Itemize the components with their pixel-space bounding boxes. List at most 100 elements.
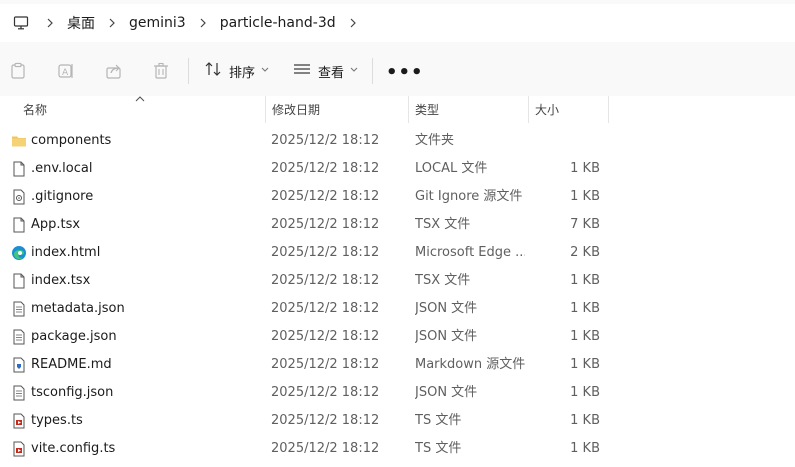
file-size: 1 KB xyxy=(570,301,600,316)
chevron-right-icon[interactable] xyxy=(342,18,364,28)
file-size: 1 KB xyxy=(570,441,600,456)
file-modified-date: 2025/12/2 18:12 xyxy=(271,189,380,204)
file-modified-date: 2025/12/2 18:12 xyxy=(271,441,380,456)
file-name: .env.local xyxy=(31,161,93,176)
file-size: 1 KB xyxy=(570,329,600,344)
file-modified-date: 2025/12/2 18:12 xyxy=(271,413,380,428)
chevron-right-icon[interactable] xyxy=(39,18,61,28)
file-type: TS 文件 xyxy=(415,413,462,428)
file-row[interactable]: vite.config.ts 2025/12/2 18:12 TS 文件 1 KB xyxy=(0,435,795,463)
delete-icon[interactable] xyxy=(151,61,171,81)
breadcrumb-item-gemini3[interactable]: gemini3 xyxy=(123,15,192,31)
breadcrumb-item-desktop[interactable]: 桌面 xyxy=(61,13,101,33)
file-type: JSON 文件 xyxy=(415,301,478,316)
toolbar-divider xyxy=(372,58,373,84)
file-size: 2 KB xyxy=(570,245,600,260)
file-size: 1 KB xyxy=(570,189,600,204)
view-button[interactable]: 查看 xyxy=(293,59,358,83)
media-file-icon xyxy=(11,413,27,429)
column-divider[interactable] xyxy=(608,96,609,123)
column-header-size[interactable]: 大小 xyxy=(529,96,607,123)
file-name: index.tsx xyxy=(31,273,91,288)
text-file-icon xyxy=(11,385,27,401)
sort-ascending-icon xyxy=(135,94,145,105)
folder-icon xyxy=(11,133,27,149)
file-name: .gitignore xyxy=(31,189,94,204)
file-name: vite.config.ts xyxy=(31,441,116,456)
chevron-down-icon xyxy=(350,66,358,76)
file-type: TS 文件 xyxy=(415,441,462,456)
file-name: components xyxy=(31,133,112,148)
sort-icon xyxy=(204,61,222,81)
file-row[interactable]: README.md 2025/12/2 18:12 Markdown 源文件 1 KB xyxy=(0,351,795,379)
text-file-icon xyxy=(11,301,27,317)
file-modified-date: 2025/12/2 18:12 xyxy=(271,245,380,260)
file-modified-date: 2025/12/2 18:12 xyxy=(271,273,380,288)
chevron-right-icon[interactable] xyxy=(192,18,214,28)
file-modified-date: 2025/12/2 18:12 xyxy=(271,133,380,148)
file-modified-date: 2025/12/2 18:12 xyxy=(271,217,380,232)
file-type: 文件夹 xyxy=(415,133,455,148)
file-size: 1 KB xyxy=(570,357,600,372)
file-size: 7 KB xyxy=(570,217,600,232)
media-file-icon xyxy=(11,441,27,457)
file-type: JSON 文件 xyxy=(415,385,478,400)
column-header-modified[interactable]: 修改日期 xyxy=(266,96,408,123)
file-type: TSX 文件 xyxy=(415,217,471,232)
file-row[interactable]: components 2025/12/2 18:12 文件夹 xyxy=(0,127,795,155)
file-type: Git Ignore 源文件 xyxy=(415,189,523,204)
file-icon xyxy=(11,217,27,233)
file-row[interactable]: tsconfig.json 2025/12/2 18:12 JSON 文件 1 KB xyxy=(0,379,795,407)
sort-label: 排序 xyxy=(229,65,256,81)
chevron-right-icon[interactable] xyxy=(101,18,123,28)
file-type: Markdown 源文件 xyxy=(415,357,525,372)
file-row[interactable]: index.html 2025/12/2 18:12 Microsoft Edge … xyxy=(0,239,795,267)
file-modified-date: 2025/12/2 18:12 xyxy=(271,357,380,372)
edge-icon xyxy=(11,245,27,261)
markdown-file-icon xyxy=(11,357,27,373)
file-row[interactable]: package.json 2025/12/2 18:12 JSON 文件 1 KB xyxy=(0,323,795,351)
file-row[interactable]: App.tsx 2025/12/2 18:12 TSX 文件 7 KB xyxy=(0,211,795,239)
column-header-type[interactable]: 类型 xyxy=(409,96,527,123)
toolbar-divider xyxy=(188,58,189,84)
file-row[interactable]: .gitignore 2025/12/2 18:12 Git Ignore 源文件 1… xyxy=(0,183,795,211)
computer-icon[interactable] xyxy=(13,15,29,31)
file-list: components 2025/12/2 18:12 文件夹 .env.local 2… xyxy=(0,127,795,463)
share-icon[interactable] xyxy=(104,61,124,81)
file-modified-date: 2025/12/2 18:12 xyxy=(271,385,380,400)
svg-text:A: A xyxy=(62,68,69,78)
gear-file-icon xyxy=(11,189,27,205)
file-modified-date: 2025/12/2 18:12 xyxy=(271,329,380,344)
breadcrumb[interactable]: 桌面 gemini3 particle-hand-3d xyxy=(0,4,795,42)
text-file-icon xyxy=(11,329,27,345)
file-type: TSX 文件 xyxy=(415,273,471,288)
file-type: Microsoft Edge ... xyxy=(415,245,525,260)
file-name: index.html xyxy=(31,245,101,260)
file-size: 1 KB xyxy=(570,385,600,400)
file-modified-date: 2025/12/2 18:12 xyxy=(271,301,380,316)
file-name: types.ts xyxy=(31,413,83,428)
list-view-icon xyxy=(293,61,311,81)
file-row[interactable]: types.ts 2025/12/2 18:12 TS 文件 1 KB xyxy=(0,407,795,435)
paste-icon[interactable] xyxy=(8,61,28,81)
file-size: 1 KB xyxy=(570,413,600,428)
file-name: package.json xyxy=(31,329,117,344)
file-type: LOCAL 文件 xyxy=(415,161,488,176)
file-row[interactable]: metadata.json 2025/12/2 18:12 JSON 文件 1 KB xyxy=(0,295,795,323)
address-bar: 桌面 gemini3 particle-hand-3d xyxy=(0,0,795,46)
file-icon xyxy=(11,161,27,177)
more-options-button[interactable]: ••• xyxy=(386,62,424,83)
breadcrumb-item-particle-hand-3d[interactable]: particle-hand-3d xyxy=(214,15,342,31)
column-header: 名称 修改日期 类型 大小 xyxy=(0,96,795,123)
file-icon xyxy=(11,273,27,289)
file-row[interactable]: .env.local 2025/12/2 18:12 LOCAL 文件 1 KB xyxy=(0,155,795,183)
rename-icon[interactable]: A xyxy=(56,61,76,81)
file-size: 1 KB xyxy=(570,161,600,176)
sort-button[interactable]: 排序 xyxy=(204,59,269,83)
view-label: 查看 xyxy=(318,65,345,81)
chevron-down-icon xyxy=(261,66,269,76)
file-name: README.md xyxy=(31,357,112,372)
file-size: 1 KB xyxy=(570,273,600,288)
file-row[interactable]: index.tsx 2025/12/2 18:12 TSX 文件 1 KB xyxy=(0,267,795,295)
file-name: tsconfig.json xyxy=(31,385,114,400)
